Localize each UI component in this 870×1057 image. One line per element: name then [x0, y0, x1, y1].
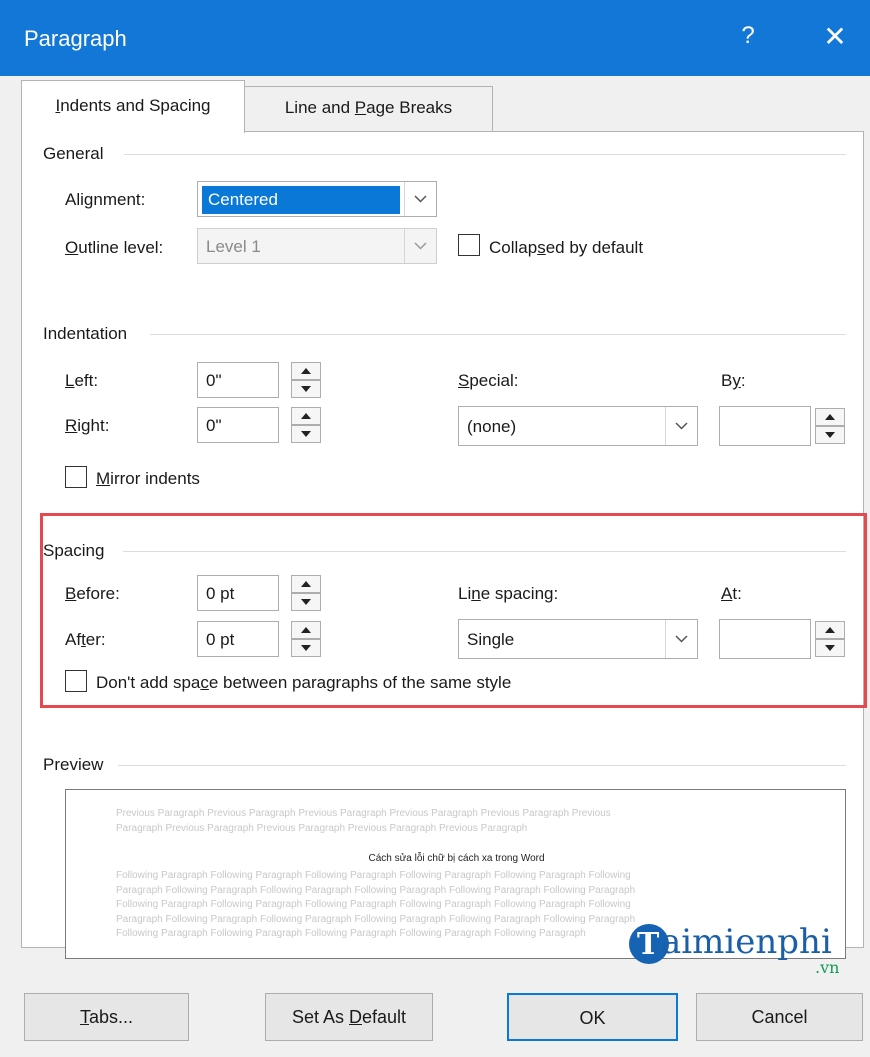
mirror-indents-checkbox[interactable]: [65, 466, 87, 488]
triangle-down-icon: [825, 432, 835, 438]
triangle-down-icon: [301, 645, 311, 651]
by-spinner[interactable]: [815, 408, 845, 444]
outline-dropdown-button: [404, 229, 436, 263]
triangle-down-icon: [825, 645, 835, 651]
triangle-up-icon: [301, 413, 311, 419]
set-as-default-button[interactable]: Set As Default: [265, 993, 433, 1041]
spin-down-button[interactable]: [815, 639, 845, 657]
alignment-label: Alignment:: [65, 190, 146, 209]
left-indent-spinner[interactable]: [291, 362, 321, 398]
special-value: (none): [467, 417, 517, 436]
indentation-divider: [150, 334, 846, 335]
preview-divider: [118, 765, 846, 766]
line-spacing-label: Line spacing:: [458, 584, 559, 603]
chevron-down-icon: [414, 242, 427, 250]
line-spacing-dropdown-button[interactable]: [665, 620, 697, 658]
dont-add-space-label: Don't add space between paragraphs of th…: [96, 673, 512, 692]
spacing-heading: Spacing: [43, 541, 105, 560]
triangle-up-icon: [301, 368, 311, 374]
spin-down-button[interactable]: [291, 593, 321, 611]
collapsed-by-default-label: Collapsed by default: [489, 238, 644, 257]
left-indent-label: Left:: [65, 371, 99, 390]
alignment-dropdown-button[interactable]: [404, 182, 436, 216]
alignment-select[interactable]: Centered: [197, 181, 437, 217]
at-spinner[interactable]: [815, 621, 845, 657]
after-label: After:: [65, 630, 106, 649]
after-spinner[interactable]: [291, 621, 321, 657]
right-indent-spinner[interactable]: [291, 407, 321, 443]
outline-level-select: Level 1: [197, 228, 437, 264]
spin-up-button[interactable]: [815, 621, 845, 639]
tabs-button[interactable]: Tabs...: [24, 993, 189, 1041]
at-label: At:: [721, 584, 742, 603]
spin-down-button[interactable]: [291, 380, 321, 398]
spin-down-button[interactable]: [291, 639, 321, 657]
line-spacing-select[interactable]: Single: [458, 619, 698, 659]
preview-previous-paragraph: Previous Paragraph Previous Paragraph Pr…: [116, 808, 611, 834]
by-input[interactable]: [719, 406, 811, 446]
triangle-down-icon: [301, 431, 311, 437]
chevron-down-icon: [414, 195, 427, 203]
cancel-button[interactable]: Cancel: [696, 993, 863, 1041]
general-divider: [124, 154, 846, 155]
before-spinner[interactable]: [291, 575, 321, 611]
chevron-down-icon: [675, 635, 688, 643]
general-heading: General: [43, 144, 104, 163]
before-input[interactable]: 0 pt: [197, 575, 279, 611]
spacing-divider: [123, 551, 846, 552]
help-button[interactable]: ?: [738, 22, 758, 50]
taimienphi-watermark: T aimienphi .vn: [629, 920, 859, 980]
before-label: Before:: [65, 584, 120, 603]
collapsed-by-default-checkbox[interactable]: [458, 234, 480, 256]
by-label: By:: [721, 371, 746, 390]
spin-up-button[interactable]: [291, 362, 321, 380]
special-select[interactable]: (none): [458, 406, 698, 446]
triangle-up-icon: [825, 627, 835, 633]
chevron-down-icon: [675, 422, 688, 430]
left-indent-input[interactable]: 0": [197, 362, 279, 398]
preview-heading: Preview: [43, 755, 104, 774]
triangle-down-icon: [301, 386, 311, 392]
tab-line-and-page-breaks[interactable]: Line and Page Breaks: [245, 86, 493, 132]
right-indent-label: Right:: [65, 416, 110, 435]
spin-up-button[interactable]: [815, 408, 845, 426]
triangle-up-icon: [825, 414, 835, 420]
spin-up-button[interactable]: [291, 575, 321, 593]
spin-down-button[interactable]: [815, 426, 845, 444]
preview-sample-text: Cách sửa lỗi chữ bị cách xa trong Word: [368, 853, 545, 864]
outline-level-label: Outline level:: [65, 238, 164, 257]
triangle-up-icon: [301, 627, 311, 633]
spin-up-button[interactable]: [291, 407, 321, 425]
at-input[interactable]: [719, 619, 811, 659]
special-dropdown-button[interactable]: [665, 407, 697, 445]
mirror-indents-label: Mirror indents: [96, 469, 200, 488]
special-label: Special:: [458, 371, 519, 390]
title-bar: Paragraph ? ✕: [0, 0, 870, 76]
outline-level-value: Level 1: [206, 237, 261, 256]
triangle-down-icon: [301, 599, 311, 605]
spin-down-button[interactable]: [291, 425, 321, 443]
right-indent-input[interactable]: 0": [197, 407, 279, 443]
window-title: Paragraph: [24, 26, 127, 51]
triangle-up-icon: [301, 581, 311, 587]
after-input[interactable]: 0 pt: [197, 621, 279, 657]
ok-button[interactable]: OK: [507, 993, 678, 1041]
indentation-heading: Indentation: [43, 324, 128, 343]
tab-indents-and-spacing[interactable]: Indents and Spacing: [21, 80, 245, 133]
dont-add-space-checkbox[interactable]: [65, 670, 87, 692]
line-spacing-value: Single: [467, 630, 515, 649]
spin-up-button[interactable]: [291, 621, 321, 639]
alignment-value: Centered: [202, 186, 400, 214]
close-button[interactable]: ✕: [822, 20, 848, 53]
